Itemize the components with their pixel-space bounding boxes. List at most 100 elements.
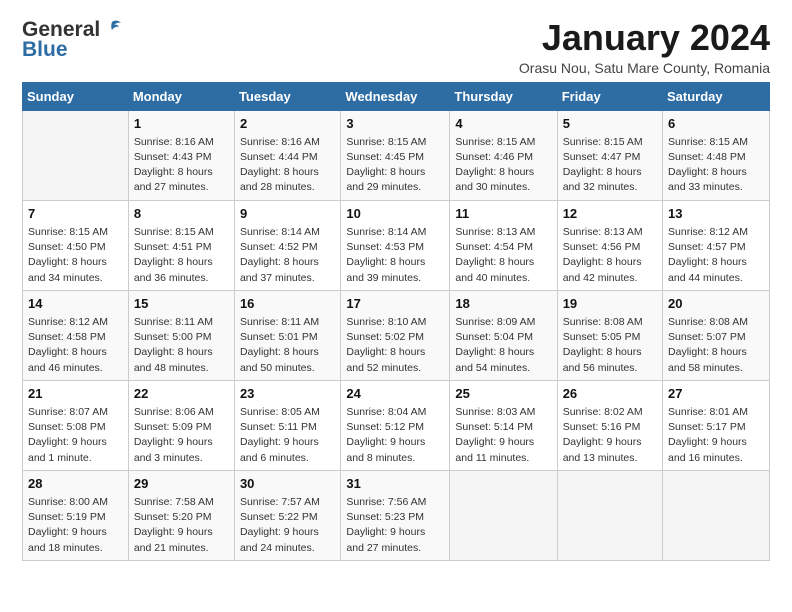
table-row: 17 Sunrise: 8:10 AMSunset: 5:02 PMDayligh…	[341, 290, 450, 380]
day-info: Sunrise: 8:08 AMSunset: 5:07 PMDaylight:…	[668, 315, 764, 376]
day-number: 19	[563, 295, 657, 313]
day-number: 11	[455, 205, 551, 223]
day-number: 22	[134, 385, 229, 403]
table-row: 10Sunrise: 8:14 AMSunset: 4:53 PMDayligh…	[341, 200, 450, 290]
day-info: Sunrise: 8:03 AMSunset: 5:14 PMDaylight:…	[455, 405, 551, 466]
day-info: Sunrise: 8:05 AMSunset: 5:11 PMDaylight:…	[240, 405, 335, 466]
day-info: Sunrise: 7:58 AMSunset: 5:20 PMDaylight:…	[134, 495, 229, 556]
table-row: 14Sunrise: 8:12 AMSunset: 4:58 PMDayligh…	[23, 290, 129, 380]
day-number: 5	[563, 115, 657, 133]
table-row: 27Sunrise: 8:01 AMSunset: 5:17 PMDayligh…	[663, 380, 770, 470]
table-row: 30 Sunrise: 7:57 AMSunset: 5:22 PMDayligh…	[234, 470, 340, 560]
day-number: 9	[240, 205, 335, 223]
day-info: Sunrise: 8:00 AMSunset: 5:19 PMDaylight:…	[28, 495, 123, 556]
header-thursday: Thursday	[450, 82, 557, 110]
day-info: Sunrise: 8:15 AMSunset: 4:45 PMDaylight:…	[346, 135, 444, 196]
day-info: Sunrise: 8:02 AMSunset: 5:16 PMDaylight:…	[563, 405, 657, 466]
day-number: 10	[346, 205, 444, 223]
day-number: 21	[28, 385, 123, 403]
day-info: Sunrise: 8:06 AMSunset: 5:09 PMDaylight:…	[134, 405, 229, 466]
table-row: 18Sunrise: 8:09 AMSunset: 5:04 PMDayligh…	[450, 290, 557, 380]
day-number: 16	[240, 295, 335, 313]
day-number: 31	[346, 475, 444, 493]
day-info: Sunrise: 8:08 AMSunset: 5:05 PMDaylight:…	[563, 315, 657, 376]
day-number: 20	[668, 295, 764, 313]
table-row: 3 Sunrise: 8:15 AMSunset: 4:45 PMDaylight…	[341, 110, 450, 200]
day-number: 4	[455, 115, 551, 133]
header-friday: Friday	[557, 82, 662, 110]
table-row: 5 Sunrise: 8:15 AMSunset: 4:47 PMDaylight…	[557, 110, 662, 200]
table-row: 28Sunrise: 8:00 AMSunset: 5:19 PMDayligh…	[23, 470, 129, 560]
day-number: 18	[455, 295, 551, 313]
day-number: 7	[28, 205, 123, 223]
month-title: January 2024	[519, 18, 770, 58]
logo: General Blue	[22, 18, 123, 62]
table-row: 7 Sunrise: 8:15 AMSunset: 4:50 PMDaylight…	[23, 200, 129, 290]
day-number: 23	[240, 385, 335, 403]
header-saturday: Saturday	[663, 82, 770, 110]
table-row: 25 Sunrise: 8:03 AMSunset: 5:14 PMDayligh…	[450, 380, 557, 470]
day-info: Sunrise: 8:15 AMSunset: 4:48 PMDaylight:…	[668, 135, 764, 196]
header-tuesday: Tuesday	[234, 82, 340, 110]
table-row: 13 Sunrise: 8:12 AMSunset: 4:57 PMDayligh…	[663, 200, 770, 290]
day-number: 3	[346, 115, 444, 133]
table-row: 29 Sunrise: 7:58 AMSunset: 5:20 PMDayligh…	[128, 470, 234, 560]
day-number: 27	[668, 385, 764, 403]
calendar-week-row: 21 Sunrise: 8:07 AMSunset: 5:08 PMDayligh…	[23, 380, 770, 470]
calendar-week-row: 1 Sunrise: 8:16 AMSunset: 4:43 PMDaylight…	[23, 110, 770, 200]
day-info: Sunrise: 8:04 AMSunset: 5:12 PMDaylight:…	[346, 405, 444, 466]
day-number: 26	[563, 385, 657, 403]
day-number: 13	[668, 205, 764, 223]
day-number: 1	[134, 115, 229, 133]
day-number: 6	[668, 115, 764, 133]
day-number: 2	[240, 115, 335, 133]
table-row: 23 Sunrise: 8:05 AMSunset: 5:11 PMDayligh…	[234, 380, 340, 470]
table-row	[23, 110, 129, 200]
day-info: Sunrise: 8:12 AMSunset: 4:57 PMDaylight:…	[668, 225, 764, 286]
day-info: Sunrise: 8:15 AMSunset: 4:47 PMDaylight:…	[563, 135, 657, 196]
calendar-header-row: Sunday Monday Tuesday Wednesday Thursday…	[23, 82, 770, 110]
table-row	[557, 470, 662, 560]
table-row	[450, 470, 557, 560]
header: General Blue January 2024 Orasu Nou, Sat…	[22, 18, 770, 76]
location-subtitle: Orasu Nou, Satu Mare County, Romania	[519, 60, 770, 76]
day-info: Sunrise: 8:12 AMSunset: 4:58 PMDaylight:…	[28, 315, 123, 376]
day-number: 17	[346, 295, 444, 313]
table-row	[663, 470, 770, 560]
table-row: 26 Sunrise: 8:02 AMSunset: 5:16 PMDayligh…	[557, 380, 662, 470]
day-number: 29	[134, 475, 229, 493]
day-info: Sunrise: 8:11 AMSunset: 5:01 PMDaylight:…	[240, 315, 335, 376]
table-row: 1 Sunrise: 8:16 AMSunset: 4:43 PMDaylight…	[128, 110, 234, 200]
day-info: Sunrise: 8:10 AMSunset: 5:02 PMDaylight:…	[346, 315, 444, 376]
table-row: 6 Sunrise: 8:15 AMSunset: 4:48 PMDaylight…	[663, 110, 770, 200]
table-row: 24Sunrise: 8:04 AMSunset: 5:12 PMDayligh…	[341, 380, 450, 470]
day-info: Sunrise: 8:15 AMSunset: 4:46 PMDaylight:…	[455, 135, 551, 196]
table-row: 16 Sunrise: 8:11 AMSunset: 5:01 PMDayligh…	[234, 290, 340, 380]
header-monday: Monday	[128, 82, 234, 110]
day-info: Sunrise: 8:16 AMSunset: 4:43 PMDaylight:…	[134, 135, 229, 196]
day-info: Sunrise: 8:14 AMSunset: 4:52 PMDaylight:…	[240, 225, 335, 286]
table-row: 22 Sunrise: 8:06 AMSunset: 5:09 PMDayligh…	[128, 380, 234, 470]
day-number: 15	[134, 295, 229, 313]
table-row: 19 Sunrise: 8:08 AMSunset: 5:05 PMDayligh…	[557, 290, 662, 380]
header-wednesday: Wednesday	[341, 82, 450, 110]
day-number: 8	[134, 205, 229, 223]
table-row: 20 Sunrise: 8:08 AMSunset: 5:07 PMDayligh…	[663, 290, 770, 380]
table-row: 21 Sunrise: 8:07 AMSunset: 5:08 PMDayligh…	[23, 380, 129, 470]
day-number: 25	[455, 385, 551, 403]
calendar-week-row: 7 Sunrise: 8:15 AMSunset: 4:50 PMDaylight…	[23, 200, 770, 290]
day-info: Sunrise: 8:16 AMSunset: 4:44 PMDaylight:…	[240, 135, 335, 196]
day-info: Sunrise: 8:11 AMSunset: 5:00 PMDaylight:…	[134, 315, 229, 376]
table-row: 8Sunrise: 8:15 AMSunset: 4:51 PMDaylight…	[128, 200, 234, 290]
day-info: Sunrise: 8:15 AMSunset: 4:50 PMDaylight:…	[28, 225, 123, 286]
day-info: Sunrise: 8:07 AMSunset: 5:08 PMDaylight:…	[28, 405, 123, 466]
page: General Blue January 2024 Orasu Nou, Sat…	[0, 0, 792, 612]
header-sunday: Sunday	[23, 82, 129, 110]
logo-blue: Blue	[22, 38, 68, 62]
day-info: Sunrise: 7:56 AMSunset: 5:23 PMDaylight:…	[346, 495, 444, 556]
table-row: 15 Sunrise: 8:11 AMSunset: 5:00 PMDayligh…	[128, 290, 234, 380]
day-info: Sunrise: 7:57 AMSunset: 5:22 PMDaylight:…	[240, 495, 335, 556]
day-number: 30	[240, 475, 335, 493]
day-info: Sunrise: 8:13 AMSunset: 4:56 PMDaylight:…	[563, 225, 657, 286]
table-row: 11Sunrise: 8:13 AMSunset: 4:54 PMDayligh…	[450, 200, 557, 290]
